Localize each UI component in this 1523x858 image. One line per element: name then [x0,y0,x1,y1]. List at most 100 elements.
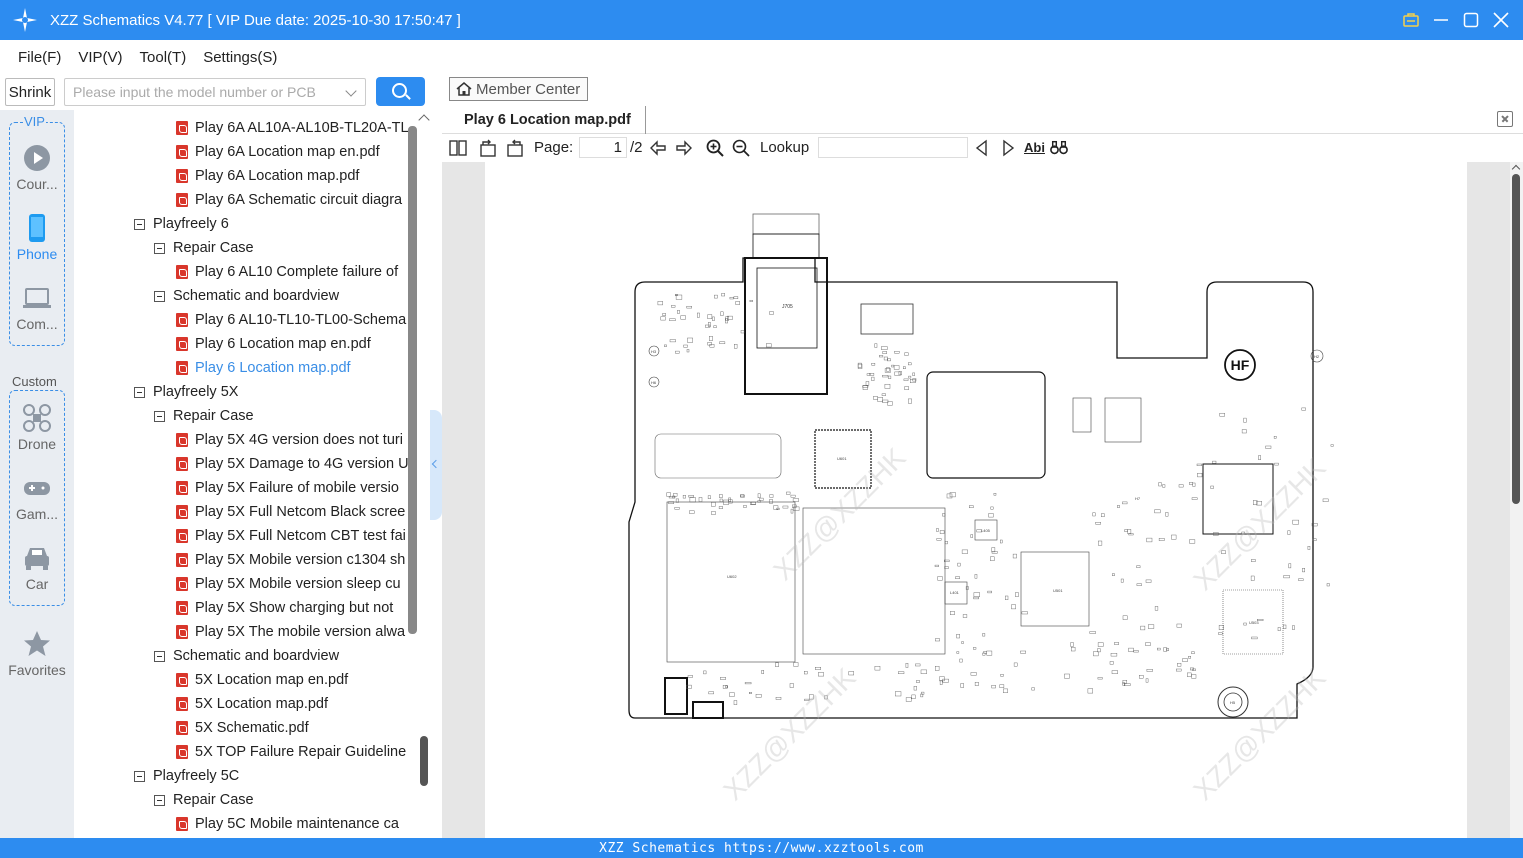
find-all-icon[interactable] [1050,139,1068,157]
close-icon[interactable] [1493,12,1509,28]
maximize-icon[interactable] [1463,12,1479,28]
zoom-out-icon[interactable] [732,139,750,157]
model-search-input[interactable]: Please input the model number or PCB [64,78,366,106]
tree-file[interactable]: Play 5X Full Netcom CBT test fai [176,524,406,548]
find-previous-icon[interactable] [973,139,991,157]
panel-collapse-handle[interactable] [430,410,442,520]
tree-file[interactable]: Play 6 Location map.pdf [176,356,351,380]
tree-folder[interactable]: Repair Case [154,788,254,812]
viewer-scrollbar-thumb[interactable] [1512,174,1520,504]
board-component-pad [1122,501,1128,505]
tab-play6-location-map[interactable]: Play 6 Location map.pdf [452,106,646,134]
shrink-button[interactable]: Shrink [5,78,55,106]
tree-file[interactable]: Play 6A Schematic circuit diagra [176,188,402,212]
collapse-toggle-icon[interactable] [154,242,165,254]
tree-outer-scrollbar[interactable] [420,736,428,786]
tree-file[interactable]: Play 5X 4G version does not turi [176,428,403,452]
board-component-pad [1196,463,1203,466]
vip-badge-icon[interactable] [1403,12,1419,28]
collapse-toggle-icon[interactable] [154,410,165,422]
tree-file[interactable]: 5X Schematic.pdf [176,716,309,740]
board-component-pad [1145,579,1152,583]
tree-file[interactable]: Play 5X Damage to 4G version U [176,452,409,476]
board-component-pad [751,501,756,505]
tree-folder[interactable]: Schematic and boardview [154,644,339,668]
tree-folder[interactable]: Playfreely 5C [134,764,239,788]
tree-file[interactable]: Play 6 AL10-TL10-TL00-Schema [176,308,406,332]
collapse-toggle-icon[interactable] [154,794,165,806]
sidebar-item-car[interactable]: Car [0,544,74,592]
tree-file[interactable]: Play 6A AL10A-AL10B-TL20A-TL [176,116,409,140]
two-page-view-icon[interactable] [449,139,467,157]
pdf-viewer[interactable]: J705 HF U602 U601 U501 U503 L405 L401 H3… [442,162,1510,838]
tree-folder[interactable]: Playfreely 5X [134,380,238,404]
gamepad-icon [23,474,51,502]
rotate-right-icon[interactable] [506,139,524,157]
scroll-up-icon[interactable] [1511,164,1521,174]
tree-scrollbar-thumb[interactable] [408,126,417,634]
minimize-icon[interactable] [1433,12,1449,28]
menu-settings[interactable]: Settings(S) [203,49,277,66]
chevron-down-icon[interactable] [345,85,357,97]
board-component-pad [1158,538,1165,541]
pdf-page[interactable]: J705 HF U602 U601 U501 U503 L405 L401 H3… [485,162,1467,838]
board-label-j705: J705 [782,304,793,310]
tree-file[interactable]: 5X TOP Failure Repair Guideline [176,740,406,764]
board-label-h2: H2 [1314,354,1320,359]
scroll-up-icon[interactable] [418,114,430,126]
sidebar-item-drone[interactable]: Drone [0,404,74,452]
sidebar-item-games[interactable]: Gam... [0,474,74,522]
tree-folder[interactable]: Repair Case [154,404,254,428]
tree-file[interactable]: Play 6 AL10 Complete failure of [176,260,398,284]
menu-file[interactable]: File(F) [18,49,61,66]
find-next-icon[interactable] [999,139,1017,157]
board-component-pad [988,513,994,518]
pdf-file-icon [176,553,188,567]
collapse-toggle-icon[interactable] [134,386,145,398]
sidebar-item-favorites[interactable]: Favorites [0,630,74,678]
close-tab-icon[interactable] [1497,111,1513,127]
next-page-icon[interactable] [675,139,693,157]
board-component-pad [1013,662,1018,667]
sidebar-item-phone[interactable]: Phone [0,214,74,262]
board-component-pad [871,376,875,381]
member-center-button[interactable]: Member Center [449,77,588,101]
search-placeholder: Please input the model number or PCB [73,84,316,100]
sidebar-item-courses[interactable]: Cour... [0,144,74,192]
tree-folder[interactable]: Schematic and boardview [154,284,339,308]
tree-file[interactable]: Play 6A Location map.pdf [176,164,359,188]
board-component-pad [1070,642,1074,647]
match-case-button[interactable]: Abi [1024,140,1045,155]
tree-file[interactable]: Play 5X Failure of mobile versio [176,476,399,500]
board-component-pad [1298,578,1304,581]
tree-file[interactable]: 5X Location map.pdf [176,692,328,716]
previous-page-icon[interactable] [649,139,667,157]
tree-file[interactable]: Play 5X Full Netcom Black scree [176,500,405,524]
tree-file[interactable]: Play 5X Show charging but not [176,596,393,620]
tree-file[interactable]: Play 5X The mobile version alwa [176,620,405,644]
tree-folder[interactable]: Playfreely 6 [134,212,229,236]
lookup-input[interactable] [818,137,968,158]
rotate-left-icon[interactable] [479,139,497,157]
collapse-toggle-icon[interactable] [134,218,145,230]
menu-tool[interactable]: Tool(T) [140,49,187,66]
sidebar-item-computer[interactable]: Com... [0,284,74,332]
page-number-input[interactable]: 1 [579,137,627,158]
tree-file[interactable]: Play 5X Mobile version c1304 sh [176,548,405,572]
board-component-pad [1128,647,1134,652]
board-component-pad [725,685,728,688]
tree-file[interactable]: Play 5X Mobile version sleep cu [176,572,401,596]
viewer-scrollbar[interactable] [1510,162,1523,838]
collapse-toggle-icon[interactable] [154,650,165,662]
board-component-pad [707,342,712,346]
tree-file[interactable]: Play 6A Location map en.pdf [176,140,380,164]
tree-file[interactable]: Play 5C Mobile maintenance ca [176,812,399,836]
collapse-toggle-icon[interactable] [154,290,165,302]
tree-file[interactable]: Play 6 Location map en.pdf [176,332,371,356]
collapse-toggle-icon[interactable] [134,770,145,782]
search-button[interactable] [376,77,425,106]
tree-file[interactable]: 5X Location map en.pdf [176,668,348,692]
zoom-in-icon[interactable] [706,139,724,157]
menu-vip[interactable]: VIP(V) [78,49,122,66]
tree-folder[interactable]: Repair Case [154,236,254,260]
